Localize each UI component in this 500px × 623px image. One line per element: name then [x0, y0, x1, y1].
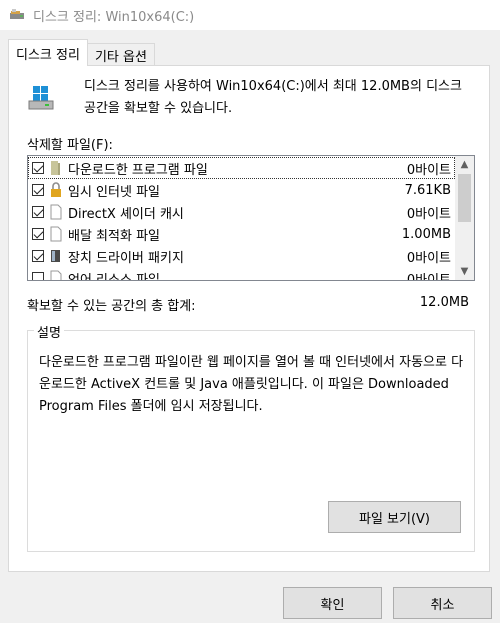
ok-button[interactable]: 확인 — [283, 587, 382, 619]
file-name: 배달 최적화 파일 — [68, 228, 160, 244]
view-files-button[interactable]: 파일 보기(V) — [328, 501, 461, 533]
file-size: 0바이트 — [406, 272, 451, 281]
file-checkbox[interactable] — [32, 228, 44, 240]
total-space-label: 확보할 수 있는 공간의 총 합계: — [27, 299, 196, 314]
file-name: DirectX 셰이더 캐시 — [68, 206, 184, 222]
file-icon — [49, 270, 63, 280]
files-to-delete-label: 삭제할 파일(F): — [27, 138, 113, 153]
lock-icon — [49, 182, 63, 198]
list-item[interactable]: 장치 드라이버 패키지 0바이트 — [28, 245, 455, 267]
scroll-down-icon[interactable]: ▼ — [455, 263, 474, 280]
list-item[interactable]: DirectX 셰이더 캐시 0바이트 — [28, 201, 455, 223]
file-checkbox[interactable] — [32, 184, 44, 196]
tab-strip: 디스크 정리 기타 옵션 — [8, 39, 155, 66]
file-name: 언어 리소스 파일 — [68, 272, 160, 281]
file-size: 0바이트 — [406, 206, 451, 222]
drive-icon — [27, 82, 57, 112]
file-name: 임시 인터넷 파일 — [68, 184, 160, 200]
tab-more-options[interactable]: 기타 옵션 — [86, 43, 155, 66]
list-item[interactable]: 다운로드한 프로그램 파일 0바이트 — [28, 157, 455, 179]
list-item[interactable]: 임시 인터넷 파일 7.61KB — [28, 179, 455, 201]
tab-disk-cleanup[interactable]: 디스크 정리 — [8, 39, 88, 66]
file-list-scrollbar[interactable]: ▲ ▼ — [455, 156, 474, 280]
scroll-up-icon[interactable]: ▲ — [455, 156, 474, 173]
tab-panel: 디스크 정리를 사용하여 Win10x64(C:)에서 최대 12.0MB의 디… — [8, 65, 490, 572]
file-icon — [49, 226, 63, 242]
scrollbar-thumb[interactable] — [458, 174, 471, 222]
file-size: 0바이트 — [406, 162, 451, 178]
file-size: 1.00MB — [401, 226, 451, 242]
window-title: 디스크 정리: Win10x64(C:) — [33, 9, 195, 25]
file-list[interactable]: 다운로드한 프로그램 파일 0바이트 임시 인터넷 파일 7.61KB Dire… — [27, 155, 475, 281]
folder-icon — [49, 160, 63, 176]
file-checkbox[interactable] — [32, 162, 44, 174]
title-bar: 디스크 정리: Win10x64(C:) — [0, 0, 500, 30]
file-icon — [49, 204, 63, 220]
file-checkbox[interactable] — [32, 272, 44, 280]
list-item[interactable]: 배달 최적화 파일 1.00MB — [28, 223, 455, 245]
file-name: 다운로드한 프로그램 파일 — [68, 162, 208, 178]
file-checkbox[interactable] — [32, 206, 44, 218]
total-space-value: 12.0MB — [419, 295, 469, 310]
file-size: 0바이트 — [406, 250, 451, 266]
file-checkbox[interactable] — [32, 250, 44, 262]
disk-cleanup-icon — [9, 8, 25, 22]
description-text: 다운로드한 프로그램 파일이란 웹 페이지를 열어 볼 때 인터넷에서 자동으로… — [39, 355, 464, 414]
book-icon — [49, 248, 63, 264]
intro-text: 디스크 정리를 사용하여 Win10x64(C:)에서 최대 12.0MB의 디… — [84, 79, 462, 116]
file-size: 7.61KB — [404, 182, 451, 198]
description-title: 설명 — [34, 322, 64, 341]
list-item[interactable]: 언어 리소스 파일 0바이트 — [28, 267, 455, 281]
file-name: 장치 드라이버 패키지 — [68, 250, 184, 266]
cancel-button[interactable]: 취소 — [393, 587, 492, 619]
